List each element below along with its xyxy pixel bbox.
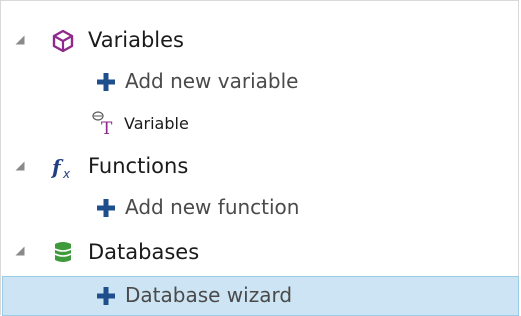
plus-icon xyxy=(97,199,115,217)
tree-node-database-wizard[interactable]: Database wizard xyxy=(2,276,519,316)
variable-type-icon: T xyxy=(92,111,113,137)
plus-icon xyxy=(97,73,115,91)
svg-text:T: T xyxy=(101,119,113,137)
tree-node-label: Add new function xyxy=(125,195,300,219)
plus-icon xyxy=(97,287,115,305)
expand-arrow-icon[interactable] xyxy=(15,35,25,45)
function-icon: f x xyxy=(51,155,71,180)
tree-node-label: Database wizard xyxy=(125,283,293,307)
tree-node-label: Databases xyxy=(88,240,200,264)
expand-arrow-icon[interactable] xyxy=(15,161,25,171)
cube-icon xyxy=(52,29,74,53)
database-icon xyxy=(54,242,72,262)
tree-node-label: Add new variable xyxy=(125,69,299,93)
tree-node-variable[interactable]: T Variable xyxy=(2,107,519,141)
tree-node-label: Functions xyxy=(88,154,189,178)
tree-node-functions[interactable]: f x Functions xyxy=(2,149,519,185)
tree-node-add-new-function[interactable]: Add new function xyxy=(2,191,519,225)
expand-arrow-icon[interactable] xyxy=(15,246,25,256)
tree-node-databases[interactable]: Databases xyxy=(2,235,519,271)
tree-view: Variables Add new variable T Variable f … xyxy=(0,0,519,316)
tree-node-label: Variables xyxy=(88,28,184,52)
tree-node-variables[interactable]: Variables xyxy=(2,25,519,61)
tree-node-label: Variable xyxy=(124,114,189,133)
tree-node-add-new-variable[interactable]: Add new variable xyxy=(2,65,519,99)
svg-text:x: x xyxy=(62,167,71,180)
